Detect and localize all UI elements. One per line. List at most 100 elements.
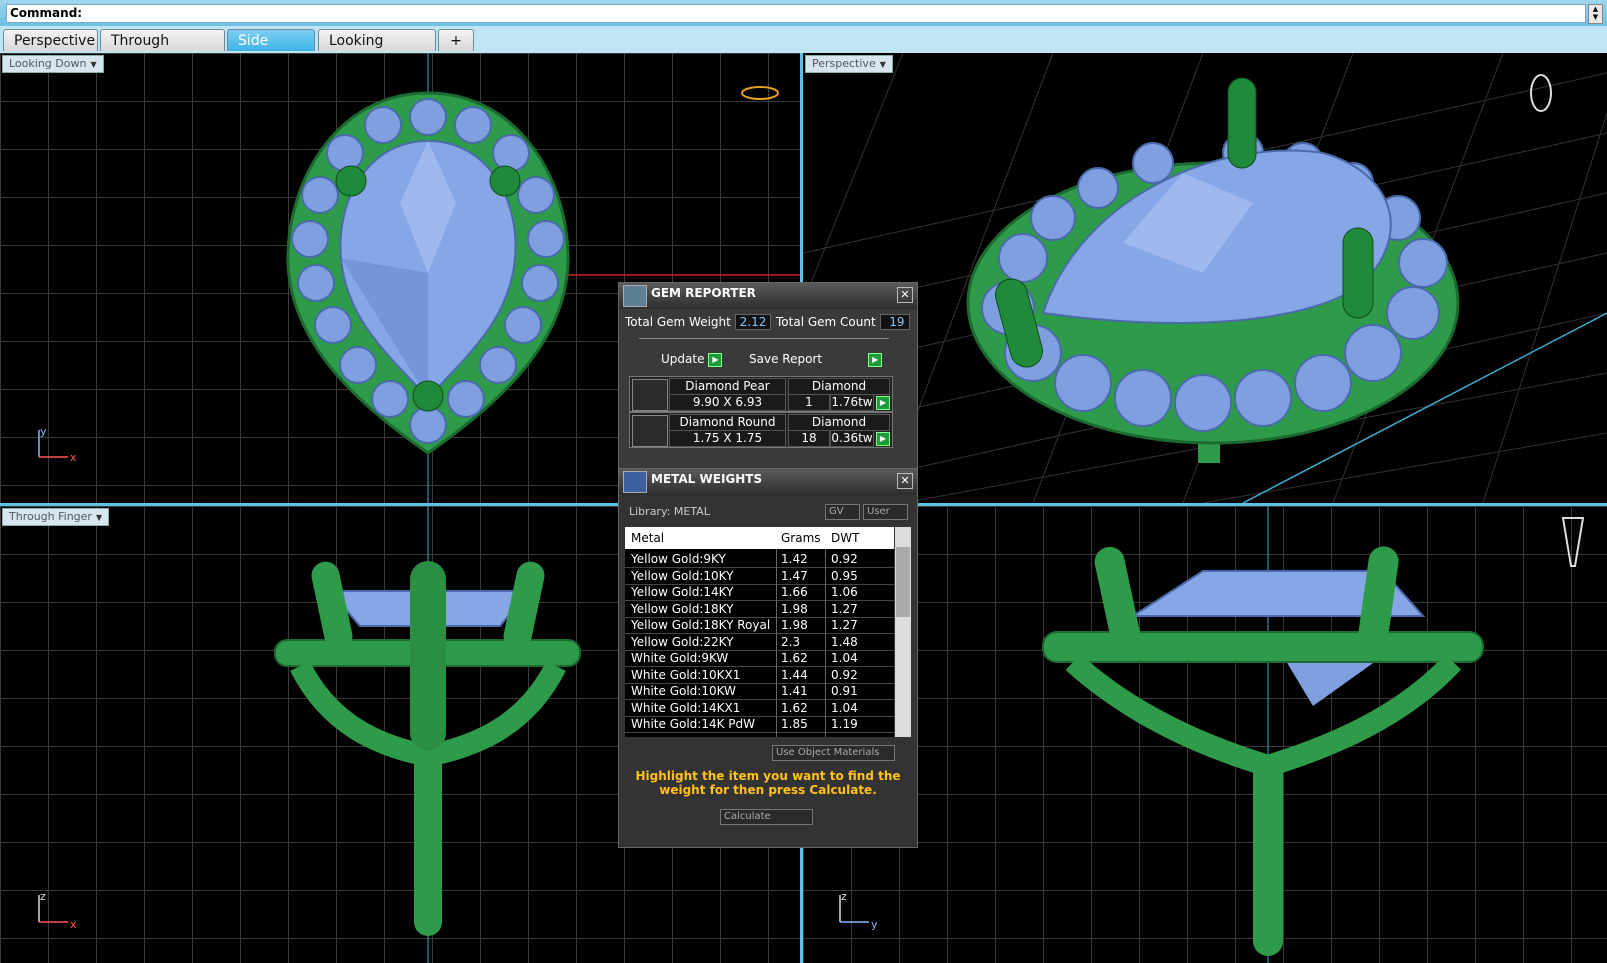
- gem-row[interactable]: Diamond Pear Diamond 9.90 X 6.93 1 1.76t…: [629, 376, 893, 412]
- table-row[interactable]: Yellow Gold:9KY 1.42 0.92: [625, 551, 894, 568]
- play-icon: ▶: [708, 352, 723, 367]
- metal-grams: 1.98: [781, 618, 808, 632]
- col-dwt: DWT: [831, 531, 860, 545]
- metal-dwt: 1.06: [831, 585, 858, 599]
- metal-dwt: 0.95: [831, 568, 858, 583]
- save-report-label: Save Report: [749, 352, 823, 366]
- tab-looking-down[interactable]: Looking Down: [318, 29, 436, 71]
- metal-weights-header[interactable]: METAL WEIGHTS ✕: [619, 469, 917, 495]
- gem-count: 1: [788, 394, 830, 411]
- gem-row[interactable]: Diamond Round Diamond 1.75 X 1.75 18 0.3…: [629, 412, 893, 448]
- metal-weights-icon: [623, 471, 647, 493]
- chevron-down-icon[interactable]: ▼: [880, 57, 886, 73]
- metal-grams: 2.3: [781, 634, 801, 649]
- command-input[interactable]: Command:: [6, 4, 1586, 23]
- play-icon[interactable]: ▶: [876, 396, 890, 410]
- gem-material: Diamond: [788, 414, 890, 431]
- add-tab-button[interactable]: +: [438, 29, 474, 51]
- viewport-side-view[interactable]: z y: [803, 506, 1607, 963]
- metal-grams: 1.85: [781, 717, 808, 731]
- round-gem-thumbnail: [632, 415, 668, 447]
- calculate-button[interactable]: Calculate: [720, 809, 813, 825]
- gem-reporter-icon: [623, 285, 647, 307]
- scroll-thumb[interactable]: [896, 547, 910, 617]
- table-row[interactable]: White Gold:14KX1 1.62 1.04: [625, 700, 894, 717]
- pear-gem-thumbnail: [632, 379, 668, 411]
- total-gem-weight-field: Total Gem Weight 2.12: [625, 314, 772, 330]
- table-row[interactable]: Yellow Gold:18KY Royal 1.98 1.27: [625, 617, 894, 634]
- table-row[interactable]: Yellow Gold:14KY 1.66 1.06: [625, 584, 894, 601]
- table-row[interactable]: White Gold:14K PdW 1.85 1.19: [625, 716, 894, 733]
- command-bar: Command: ▲ ▼: [0, 0, 1607, 27]
- tab-side-view[interactable]: Side View: [227, 29, 315, 71]
- use-object-materials-toggle[interactable]: Use Object Materials: [772, 745, 895, 761]
- update-button[interactable]: Update ▶: [661, 351, 723, 368]
- update-label: Update: [661, 352, 705, 366]
- metal-name: White Gold:10KX1: [631, 667, 741, 682]
- save-report-button[interactable]: Save Report ▶: [749, 351, 883, 368]
- metal-dwt: 0.92: [831, 552, 858, 566]
- viewport-label-text: Looking Down: [9, 57, 87, 70]
- user-label: User: [867, 506, 890, 517]
- metal-grams: 1.98: [781, 601, 808, 616]
- metal-name: Yellow Gold:18KY Royal: [631, 618, 771, 632]
- metal-grams: 1.44: [781, 667, 808, 682]
- viewport-label-looking-down[interactable]: Looking Down ▼: [2, 55, 104, 73]
- divider: [639, 338, 889, 339]
- gem-reporter-panel: GEM REPORTER ✕ Total Gem Weight 2.12 Tot…: [618, 282, 918, 472]
- metal-name: White Gold:14K PdW: [631, 717, 756, 731]
- metal-dwt: 1.04: [831, 651, 858, 665]
- gv-toggle[interactable]: GV: [825, 504, 860, 520]
- table-row[interactable]: Yellow Gold:18KY 1.98 1.27: [625, 601, 894, 618]
- metal-name: White Gold:10KW: [631, 684, 736, 698]
- metal-name: Yellow Gold:22KY: [631, 634, 734, 649]
- metal-grams: 1.42: [781, 552, 808, 566]
- metal-dwt: 1.27: [831, 601, 858, 616]
- total-gem-weight-value: 2.12: [734, 314, 772, 330]
- gem-reporter-header[interactable]: GEM REPORTER ✕: [619, 283, 917, 309]
- metal-name: White Gold:9KW: [631, 651, 729, 665]
- tab-perspective[interactable]: Perspective: [3, 29, 98, 51]
- pear-ring-perspective-render: [803, 53, 1607, 503]
- metal-grams: 1.62: [781, 700, 808, 715]
- command-label: Command:: [10, 6, 83, 20]
- metal-table-scrollbar[interactable]: [895, 527, 911, 737]
- metal-grams: 1.62: [781, 651, 808, 665]
- table-row[interactable]: Yellow Gold:22KY 2.3 1.48: [625, 634, 894, 651]
- metal-grams: 1.47: [781, 568, 808, 583]
- col-grams: Grams: [781, 531, 821, 545]
- total-gem-weight-label: Total Gem Weight: [625, 315, 731, 329]
- metal-dwt: 1.27: [831, 618, 858, 632]
- calculate-label: Calculate: [724, 811, 771, 822]
- use-object-materials-label: Use Object Materials: [776, 747, 880, 758]
- chevron-down-icon[interactable]: ▼: [96, 510, 102, 526]
- play-icon: ▶: [868, 352, 883, 367]
- metal-dwt: 1.19: [831, 717, 858, 731]
- col-metal: Metal: [631, 531, 665, 545]
- metal-weights-title: METAL WEIGHTS: [651, 472, 763, 486]
- viewport-perspective[interactable]: Perspective ▼: [803, 53, 1607, 503]
- calculate-hint: Highlight the item you want to find the …: [635, 769, 901, 797]
- table-row[interactable]: Yellow Gold:10KY 1.47 0.95: [625, 568, 894, 585]
- gem-count: 18: [788, 430, 830, 447]
- chevron-down-icon[interactable]: ▼: [90, 57, 96, 73]
- metal-table: Metal Grams DWT Yellow Gold:9KY 1.42 0.92 Y…: [625, 527, 894, 737]
- close-icon[interactable]: ✕: [897, 473, 913, 489]
- gem-material: Diamond: [788, 378, 890, 395]
- metal-weights-panel: METAL WEIGHTS ✕ Library: METAL GV User M…: [618, 468, 918, 848]
- table-row[interactable]: White Gold:10KW 1.41 0.91: [625, 683, 894, 700]
- table-row[interactable]: White Gold:10KX1 1.44 0.92: [625, 667, 894, 684]
- total-gem-count-field: Total Gem Count 19: [776, 314, 910, 330]
- table-row[interactable]: White Gold:9KW 1.62 1.04: [625, 650, 894, 667]
- command-scroll-buttons[interactable]: ▲ ▼: [1588, 4, 1603, 24]
- metal-grams: 1.66: [781, 585, 808, 599]
- viewport-label-through-finger[interactable]: Through Finger ▼: [2, 508, 110, 526]
- tab-through-finger[interactable]: Through Finger: [100, 29, 225, 71]
- play-icon[interactable]: ▶: [876, 432, 890, 446]
- total-gem-count-label: Total Gem Count: [776, 315, 876, 329]
- viewport-label-perspective[interactable]: Perspective ▼: [805, 55, 893, 73]
- user-toggle[interactable]: User: [863, 504, 908, 520]
- column-divider: [825, 549, 826, 737]
- library-label: Library: METAL: [629, 505, 710, 518]
- close-icon[interactable]: ✕: [897, 287, 913, 303]
